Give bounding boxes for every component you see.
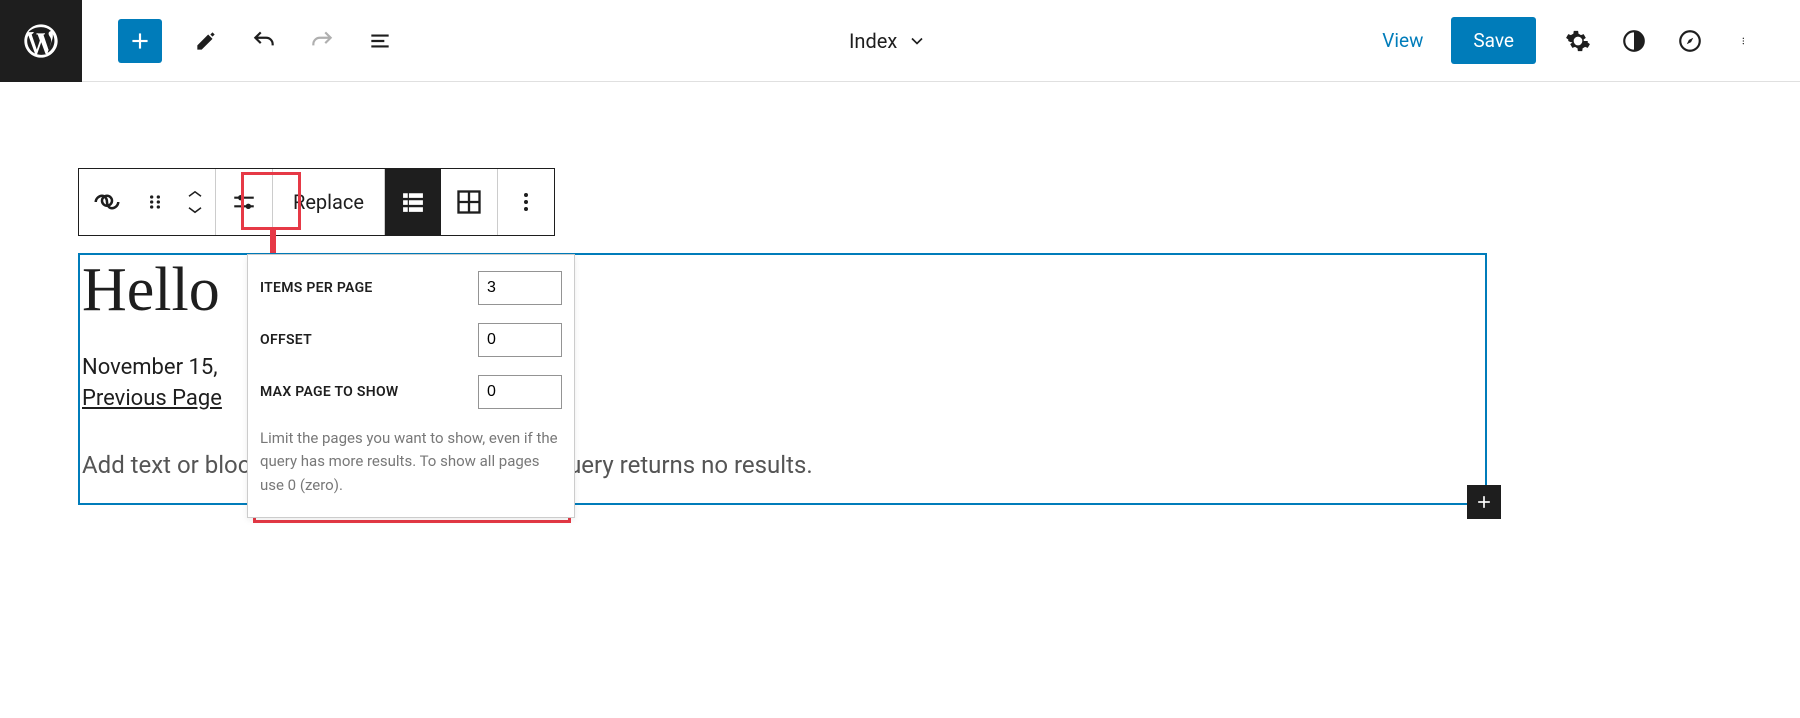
view-link[interactable]: View xyxy=(1382,29,1423,52)
list-view-button[interactable] xyxy=(366,27,394,55)
items-per-page-label: Items per page xyxy=(260,280,373,296)
pencil-icon xyxy=(193,28,219,54)
top-left-tools xyxy=(82,19,394,63)
drag-handle-icon xyxy=(145,192,165,212)
gear-icon xyxy=(1565,28,1591,54)
styles-button[interactable] xyxy=(1620,27,1648,55)
block-inserter-button[interactable] xyxy=(118,19,162,63)
options-menu-button[interactable] xyxy=(1732,27,1760,55)
replace-button[interactable]: Replace xyxy=(273,169,384,235)
half-circle-icon xyxy=(1621,28,1647,54)
query-loop-block-icon-button[interactable] xyxy=(79,169,135,235)
settings-button[interactable] xyxy=(1564,27,1592,55)
redo-button[interactable] xyxy=(308,27,336,55)
compass-icon xyxy=(1677,28,1703,54)
list-view-icon xyxy=(367,28,393,54)
chevron-down-icon xyxy=(907,31,927,51)
navigation-button[interactable] xyxy=(1676,27,1704,55)
sliders-icon xyxy=(231,189,257,215)
list-layout-button[interactable] xyxy=(385,169,441,235)
block-appender-button[interactable] xyxy=(1467,485,1501,519)
kebab-icon xyxy=(522,190,530,214)
edit-tool-button[interactable] xyxy=(192,27,220,55)
plus-icon xyxy=(127,28,153,54)
redo-icon xyxy=(309,28,335,54)
undo-icon xyxy=(251,28,277,54)
plus-icon xyxy=(1474,492,1494,512)
display-settings-popover: Items per page Offset Max page to show L… xyxy=(247,254,575,518)
chevron-down-icon xyxy=(186,205,204,215)
save-button[interactable]: Save xyxy=(1451,17,1536,64)
display-settings-button[interactable] xyxy=(216,169,272,235)
offset-input[interactable] xyxy=(478,323,562,357)
grid-layout-button[interactable] xyxy=(441,169,497,235)
top-right-tools: View Save xyxy=(1382,17,1800,64)
previous-page-link[interactable]: Previous Page xyxy=(82,386,222,411)
undo-button[interactable] xyxy=(250,27,278,55)
chevron-up-icon xyxy=(186,189,204,199)
block-toolbar: Replace xyxy=(78,168,555,236)
max-page-label: Max page to show xyxy=(260,384,399,400)
kebab-icon xyxy=(1742,28,1750,54)
editor-top-bar: Index View Save xyxy=(0,0,1800,82)
wordpress-logo-icon xyxy=(21,21,61,61)
loop-icon xyxy=(92,187,122,217)
move-up-down-buttons[interactable] xyxy=(175,169,215,235)
wordpress-logo-button[interactable] xyxy=(0,0,82,82)
offset-label: Offset xyxy=(260,332,312,348)
block-options-button[interactable] xyxy=(498,169,554,235)
grid-layout-icon xyxy=(455,188,483,216)
drag-handle[interactable] xyxy=(135,169,175,235)
max-page-help-text: Limit the pages you want to show, even i… xyxy=(260,427,562,497)
list-layout-icon xyxy=(399,188,427,216)
template-title-label: Index xyxy=(849,29,897,53)
max-page-input[interactable] xyxy=(478,375,562,409)
items-per-page-input[interactable] xyxy=(478,271,562,305)
template-title-dropdown[interactable]: Index xyxy=(394,29,1382,53)
